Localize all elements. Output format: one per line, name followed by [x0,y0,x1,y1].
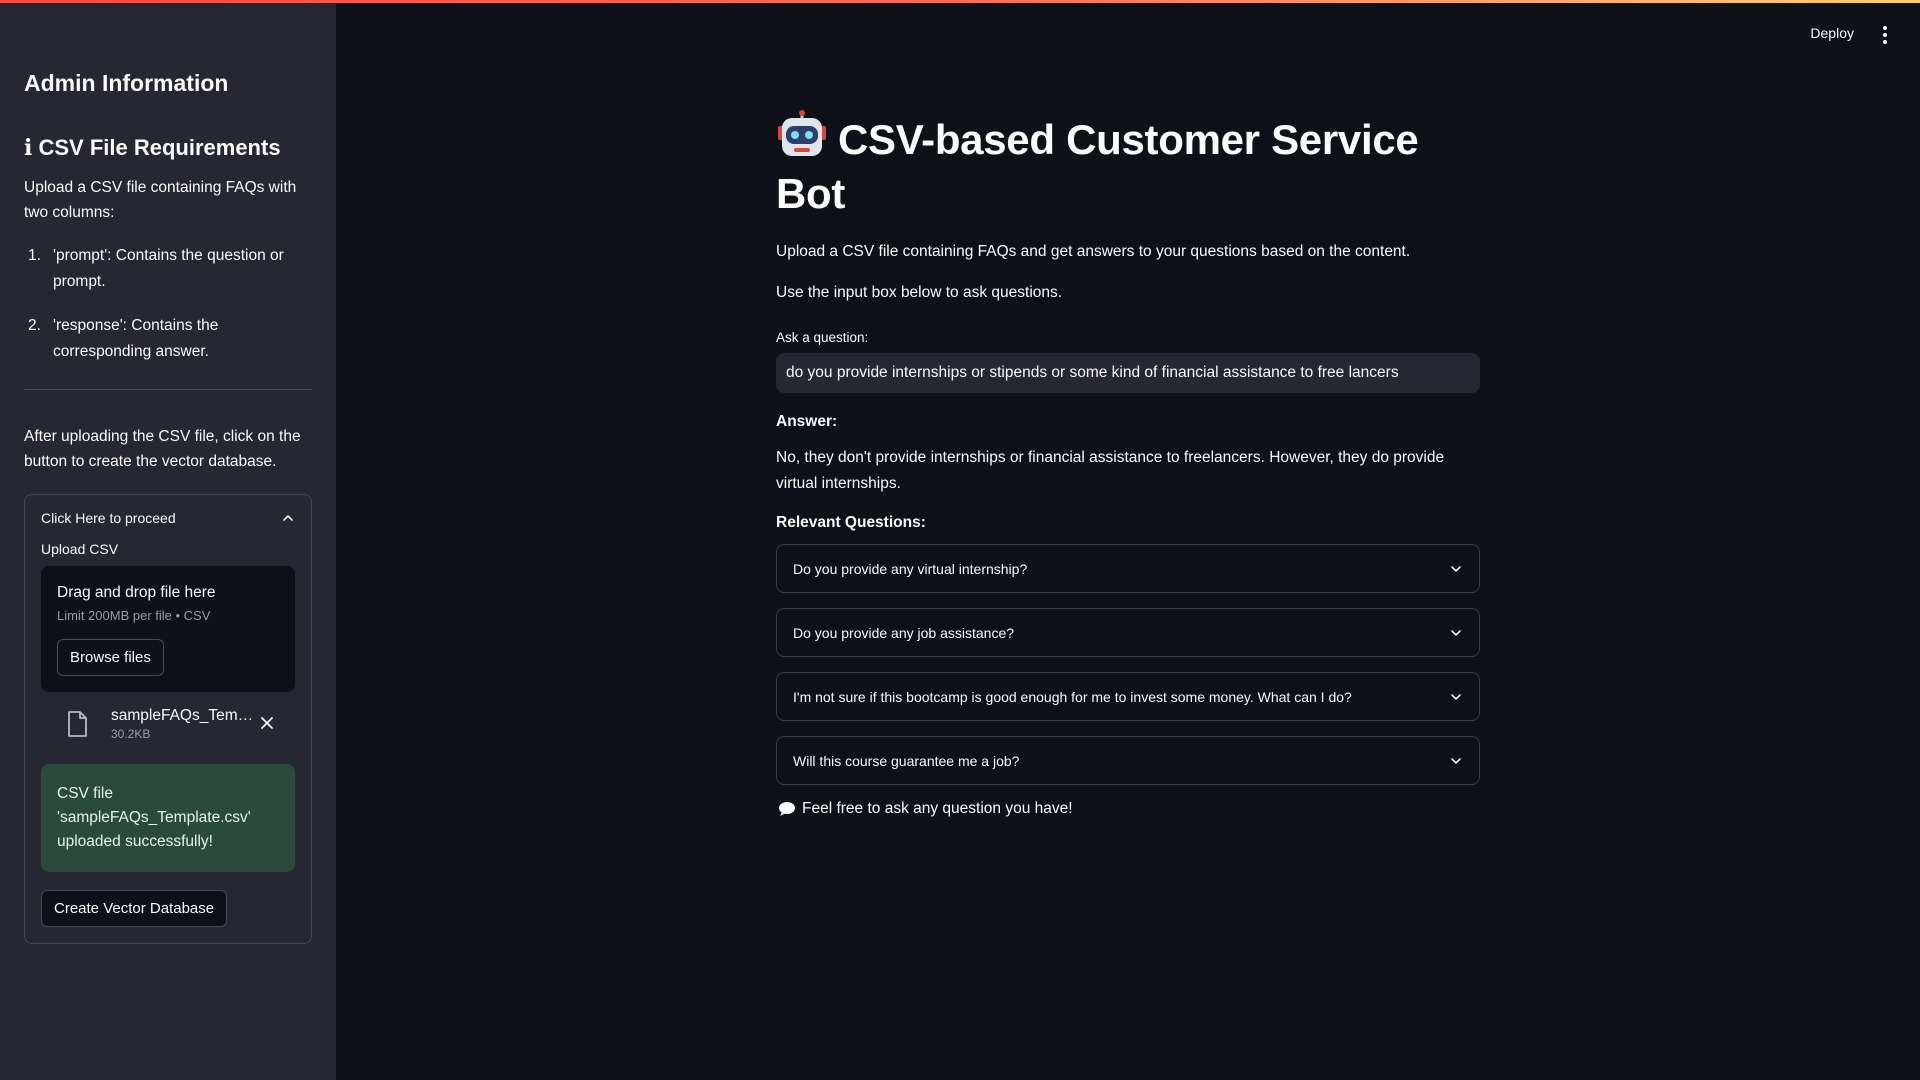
file-dropzone[interactable]: Drag and drop file here Limit 200MB per … [41,566,295,692]
relevant-question-expander[interactable]: Do you provide any virtual internship? [776,544,1480,593]
after-upload-text: After uploading the CSV file, click on t… [24,428,301,470]
top-decoration-bar [0,0,1920,3]
proceed-expander-header[interactable]: Click Here to proceed [41,495,295,541]
chevron-down-icon [1451,629,1461,636]
footer-message: Feel free to ask any question you have! [776,800,1480,818]
question-input[interactable] [776,353,1480,393]
main-content: CSV-based Customer Service Bot Upload a … [776,110,1480,818]
info-icon: i [24,135,33,161]
answer-heading: Answer: [776,413,838,430]
remove-file-close-icon[interactable] [255,713,279,736]
deploy-button[interactable]: Deploy [1810,25,1854,41]
chevron-down-icon [1451,693,1461,700]
intro-text: Upload a CSV file containing FAQs and ge… [776,243,1411,260]
sidebar-title: Admin Information [24,70,229,96]
question-input-label: Ask a question: [776,330,869,345]
speech-bubble-icon [779,802,795,816]
main-menu-kebab-icon[interactable] [1878,24,1892,46]
dropzone-title: Drag and drop file here [57,584,216,601]
requirements-heading: i CSV File Requirements [24,135,281,161]
requirements-list: 1. 'prompt': Contains the question or pr… [24,243,312,365]
file-name: sampleFAQs_Template.csv [111,707,255,724]
upload-label: Upload CSV [41,541,119,557]
page-title: CSV-based Customer Service Bot [776,110,1480,221]
create-vector-database-button[interactable]: Create Vector Database [41,890,228,927]
proceed-expander: Click Here to proceed Upload CSV Drag an… [24,494,312,944]
relevant-question-expander[interactable]: Will this course guarantee me a job? [776,736,1480,785]
chevron-down-icon [1451,757,1461,764]
file-size: 30.2KB [111,727,151,741]
instruction-text: Use the input box below to ask questions… [776,284,1063,301]
file-icon [68,711,87,737]
robot-icon [778,110,826,156]
relevant-question-expander[interactable]: I'm not sure if this bootcamp is good en… [776,672,1480,721]
upload-success-alert: CSV file 'sampleFAQs_Template.csv' uploa… [41,764,295,872]
relevant-question-expander[interactable]: Do you provide any job assistance? [776,608,1480,657]
requirements-intro: Upload a CSV file containing FAQs with t… [24,179,297,221]
divider [24,389,312,390]
uploaded-file: sampleFAQs_Template.csv 30.2KB [41,692,295,756]
sidebar: Admin Information i CSV File Requirement… [0,0,336,1080]
list-item: 1. 'prompt': Contains the question or pr… [28,247,284,290]
browse-files-button[interactable]: Browse files [57,639,164,676]
chevron-up-icon [283,515,293,521]
dropzone-limit: Limit 200MB per file • CSV [57,608,211,623]
list-item: 2. 'response': Contains the correspondin… [28,317,219,360]
answer-text: No, they don't provide internships or fi… [776,449,1445,492]
relevant-questions-heading: Relevant Questions: [776,514,926,531]
chevron-down-icon [1451,565,1461,572]
expander-label: Click Here to proceed [41,510,176,526]
